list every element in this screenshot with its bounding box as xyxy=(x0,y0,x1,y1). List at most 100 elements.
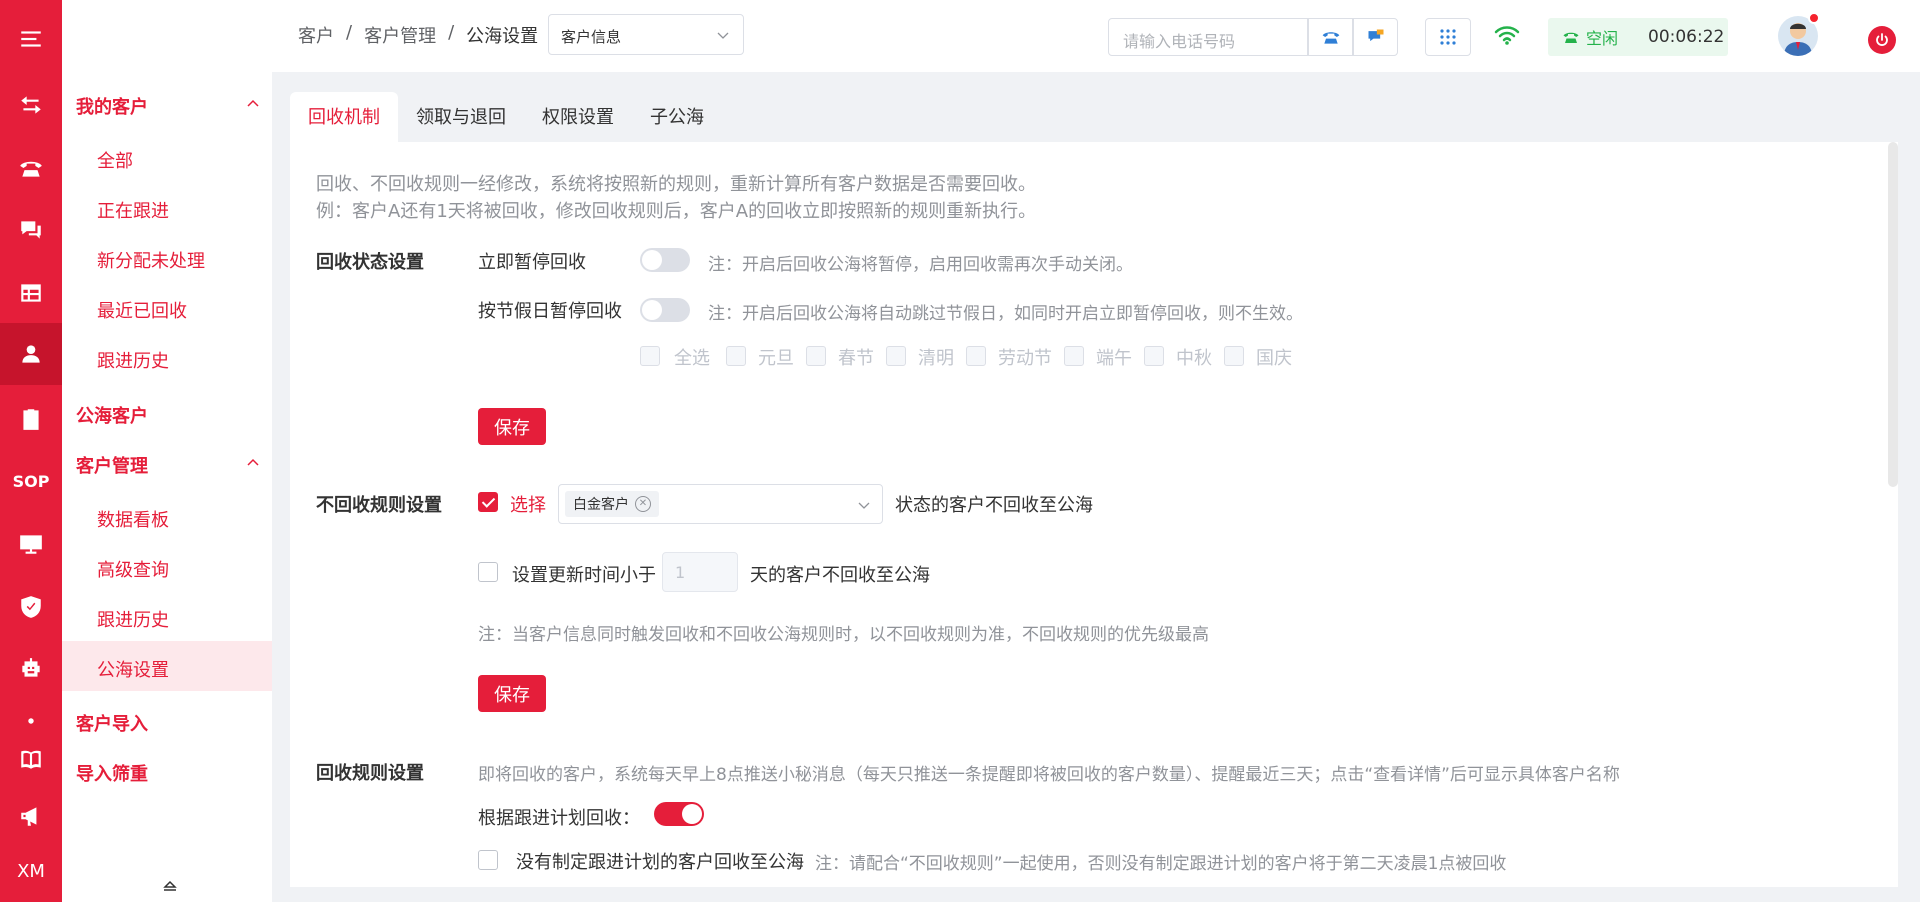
holiday-label: 元旦 xyxy=(758,348,794,369)
tab-claim-return[interactable]: 领取与退回 xyxy=(398,92,524,142)
no-plan-note: 注：请配合“不回收规则”一起使用，否则没有制定跟进计划的客户将于第二天凌晨1点被… xyxy=(815,854,1507,874)
holiday-label: 劳动节 xyxy=(998,348,1052,369)
status-label: 空闲 xyxy=(1586,29,1619,48)
days-input[interactable]: 1 xyxy=(662,552,738,592)
tab-recycle-mechanism[interactable]: 回收机制 xyxy=(290,92,398,142)
apps-button[interactable] xyxy=(1425,18,1471,56)
choose-status-checkbox[interactable] xyxy=(478,492,498,512)
holiday-pause-switch[interactable] xyxy=(640,298,690,322)
sidebar-item-new-assigned[interactable]: 新分配未处理 xyxy=(97,247,205,273)
update-time-label: 设置更新时间小于 xyxy=(512,565,656,586)
agent-status[interactable]: 空闲 00:06:22 xyxy=(1548,18,1728,56)
shield-icon[interactable] xyxy=(0,576,62,638)
sidebar-group-customer-mgmt[interactable]: 客户管理 xyxy=(76,452,259,478)
holiday-label: 全选 xyxy=(674,348,710,369)
monitor-icon[interactable] xyxy=(0,513,62,575)
dial-button[interactable] xyxy=(1308,18,1353,56)
holiday-checkbox-all[interactable] xyxy=(640,346,660,366)
chevron-down-icon xyxy=(717,32,729,39)
customer-info-select[interactable]: 客户信息 xyxy=(548,14,744,55)
section-title-norecycle: 不回收规则设置 xyxy=(316,495,442,516)
holiday-checkbox[interactable] xyxy=(806,346,826,366)
rules-desc: 即将回收的客户，系统每天早上8点推送小秘消息（每天只推送一条提醒即将被回收的客户… xyxy=(478,765,1620,785)
sidebar-item-follow-history[interactable]: 跟进历史 xyxy=(97,606,169,632)
notification-dot xyxy=(1808,12,1820,24)
top-bar: 客户 / 客户管理 / 公海设置 客户信息 请输入电话号码 空闲 00:06:2… xyxy=(272,0,1920,72)
sop-icon[interactable]: SOP xyxy=(0,450,62,512)
phone-input[interactable]: 请输入电话号码 xyxy=(1108,18,1308,56)
section-title-rules: 回收规则设置 xyxy=(316,763,424,784)
sidebar-item-advanced-query[interactable]: 高级查询 xyxy=(97,556,169,582)
sidebar-item-following[interactable]: 正在跟进 xyxy=(97,197,169,223)
pause-now-note: 注：开启后回收公海将暂停，启用回收需再次手动关闭。 xyxy=(708,255,1133,275)
intro-text-1: 回收、不回收规则一经修改，系统将按照新的规则，重新计算所有客户数据是否需要回收。 xyxy=(316,174,1036,195)
chat-icon[interactable] xyxy=(0,199,62,261)
message-button[interactable] xyxy=(1353,18,1398,56)
tab-sub-sea[interactable]: 子公海 xyxy=(632,92,722,142)
pause-now-label: 立即暂停回收 xyxy=(478,252,586,273)
power-icon xyxy=(1876,33,1888,46)
logout-button[interactable] xyxy=(1868,26,1896,54)
icon-rail: SOP XM xyxy=(0,0,62,902)
holiday-label: 清明 xyxy=(918,348,954,369)
priority-note: 注：当客户信息同时触发回收和不回收公海规则时，以不回收规则为准，不回收规则的优先… xyxy=(478,625,1209,645)
breadcrumb-item[interactable]: 客户管理 xyxy=(364,22,436,48)
days-suffix: 天的客户不回收至公海 xyxy=(750,565,930,586)
holiday-checkbox[interactable] xyxy=(1064,346,1084,366)
user-icon[interactable] xyxy=(0,323,62,385)
pause-now-switch[interactable] xyxy=(640,248,690,272)
holiday-checkbox[interactable] xyxy=(726,346,746,366)
breadcrumb-separator: / xyxy=(346,22,353,43)
table-icon[interactable] xyxy=(0,262,62,324)
holiday-checkbox[interactable] xyxy=(1144,346,1164,366)
choose-label: 选择 xyxy=(510,495,546,516)
phone-icon[interactable] xyxy=(0,137,62,199)
sidebar-item-sea-settings[interactable]: 公海设置 xyxy=(97,656,169,682)
xm-icon[interactable]: XM xyxy=(0,840,62,902)
megaphone-icon[interactable] xyxy=(0,785,62,847)
holiday-label: 端午 xyxy=(1096,348,1132,369)
sidebar-group-customer-import[interactable]: 客户导入 xyxy=(76,710,148,736)
holiday-checkbox[interactable] xyxy=(886,346,906,366)
holiday-checkbox[interactable] xyxy=(966,346,986,366)
follow-plan-switch[interactable] xyxy=(654,802,704,826)
collapse-icon[interactable] xyxy=(162,878,178,894)
wifi-icon xyxy=(1494,26,1520,45)
message-icon xyxy=(1368,29,1383,42)
scrollbar[interactable] xyxy=(1888,142,1898,487)
customer-status-select[interactable]: 白金客户 ✕ xyxy=(558,484,883,524)
choose-suffix: 状态的客户不回收至公海 xyxy=(895,495,1093,516)
settings-tabs: 回收机制 领取与退回 权限设置 子公海 xyxy=(290,92,722,142)
intro-text-2: 例：客户A还有1天将被回收，修改回收规则后，客户A的回收立即按照新的规则重新执行… xyxy=(316,201,1037,222)
tab-permissions[interactable]: 权限设置 xyxy=(524,92,632,142)
clipboard-icon[interactable] xyxy=(0,388,62,450)
sidebar-item-history[interactable]: 跟进历史 xyxy=(97,347,169,373)
chevron-up-icon xyxy=(247,99,259,107)
sidebar-item-all[interactable]: 全部 xyxy=(97,147,133,173)
holiday-label: 春节 xyxy=(838,348,874,369)
tag-close-icon[interactable]: ✕ xyxy=(635,496,651,512)
call-timer: 00:06:22 xyxy=(1648,27,1725,47)
save-norecycle-button[interactable]: 保存 xyxy=(478,675,546,712)
sidebar-item-recently-recycled[interactable]: 最近已回收 xyxy=(97,297,187,323)
update-time-checkbox[interactable] xyxy=(478,562,498,582)
sidebar-group-public-customers[interactable]: 公海客户 xyxy=(76,402,148,428)
chevron-down-icon xyxy=(858,502,870,509)
sidebar: 我的客户 全部 正在跟进 新分配未处理 最近已回收 跟进历史 公海客户 客户管理… xyxy=(62,0,272,902)
sidebar-group-import-filter[interactable]: 导入筛重 xyxy=(76,760,148,786)
breadcrumb-item[interactable]: 客户 xyxy=(298,22,334,48)
no-plan-checkbox[interactable] xyxy=(478,850,498,870)
sidebar-item-dashboard[interactable]: 数据看板 xyxy=(97,506,169,532)
save-status-button[interactable]: 保存 xyxy=(478,408,546,445)
breadcrumb: 客户 / 客户管理 / 公海设置 xyxy=(298,22,538,48)
holiday-checkbox[interactable] xyxy=(1224,346,1244,366)
transfer-icon[interactable] xyxy=(0,74,62,136)
selected-tag: 白金客户 ✕ xyxy=(565,491,659,517)
holiday-label: 中秋 xyxy=(1176,348,1212,369)
phone-icon xyxy=(1563,32,1579,43)
sidebar-group-my-customers[interactable]: 我的客户 xyxy=(76,93,259,119)
follow-plan-label: 根据跟进计划回收： xyxy=(478,808,640,829)
book-icon[interactable] xyxy=(0,728,62,790)
holiday-pause-note: 注：开启后回收公海将自动跳过节假日，如同时开启立即暂停回收，则不生效。 xyxy=(708,304,1303,324)
menu-icon[interactable] xyxy=(0,8,62,70)
